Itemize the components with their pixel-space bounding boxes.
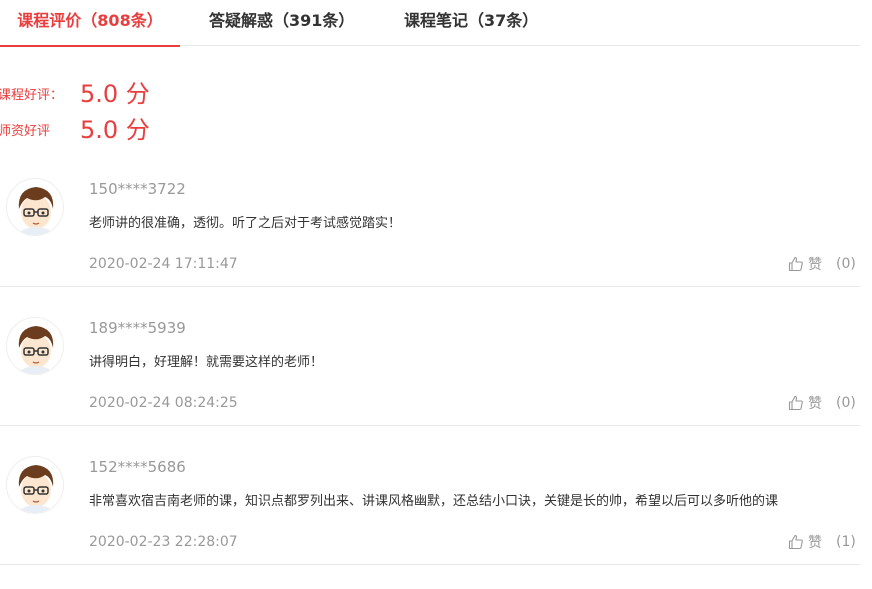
username: 152****5686	[89, 458, 186, 476]
like-button[interactable]: 赞 (0)	[788, 254, 856, 274]
avatar-icon	[6, 456, 64, 514]
username: 189****5939	[89, 319, 186, 337]
tab-notes[interactable]: 课程笔记（37条）	[404, 0, 538, 46]
comment-item: 152****5686 非常喜欢宿吉南老师的课，知识点都罗列出来、讲课风格幽默，…	[0, 426, 860, 565]
avatar-icon	[6, 178, 64, 236]
like-count: (0)	[836, 395, 856, 411]
timestamp: 2020-02-24 08:24:25	[89, 395, 238, 411]
teacher-rating-label: 师资好评	[0, 124, 51, 139]
thumbs-up-icon	[788, 256, 803, 272]
comment-item: 189****5939 讲得明白，好理解！就需要这样的老师！ 2020-02-2…	[0, 287, 860, 426]
thumbs-up-icon	[788, 395, 803, 411]
tab-bar: 课程评价（808条） 答疑解惑（391条） 课程笔记（37条）	[0, 0, 860, 47]
comment-item: 150****3722 老师讲的很准确，透彻。听了之后对于考试感觉踏实！ 202…	[0, 148, 860, 287]
like-button[interactable]: 赞 (1)	[788, 532, 856, 552]
timestamp: 2020-02-24 17:11:47	[89, 256, 238, 272]
tab-qa[interactable]: 答疑解惑（391条）	[209, 0, 354, 46]
comment-text: 非常喜欢宿吉南老师的课，知识点都罗列出来、讲课风格幽默，还总结小口诀，关键是长的…	[89, 494, 779, 509]
thumbs-up-icon	[788, 534, 803, 550]
like-label: 赞	[808, 396, 822, 412]
like-label: 赞	[808, 535, 822, 551]
teacher-rating-value: 5.0 分	[80, 116, 150, 144]
like-count: (0)	[836, 256, 856, 272]
timestamp: 2020-02-23 22:28:07	[89, 534, 238, 550]
course-rating-label: 课程好评：	[0, 88, 64, 103]
tab-course-reviews[interactable]: 课程评价（808条）	[0, 0, 180, 47]
avatar-icon	[6, 317, 64, 375]
like-button[interactable]: 赞 (0)	[788, 393, 856, 413]
comment-text: 老师讲的很准确，透彻。听了之后对于考试感觉踏实！	[89, 216, 402, 231]
course-rating-value: 5.0 分	[80, 80, 150, 108]
like-label: 赞	[808, 257, 822, 273]
username: 150****3722	[89, 180, 186, 198]
comment-text: 讲得明白，好理解！就需要这样的老师！	[89, 355, 324, 370]
like-count: (1)	[836, 534, 856, 550]
